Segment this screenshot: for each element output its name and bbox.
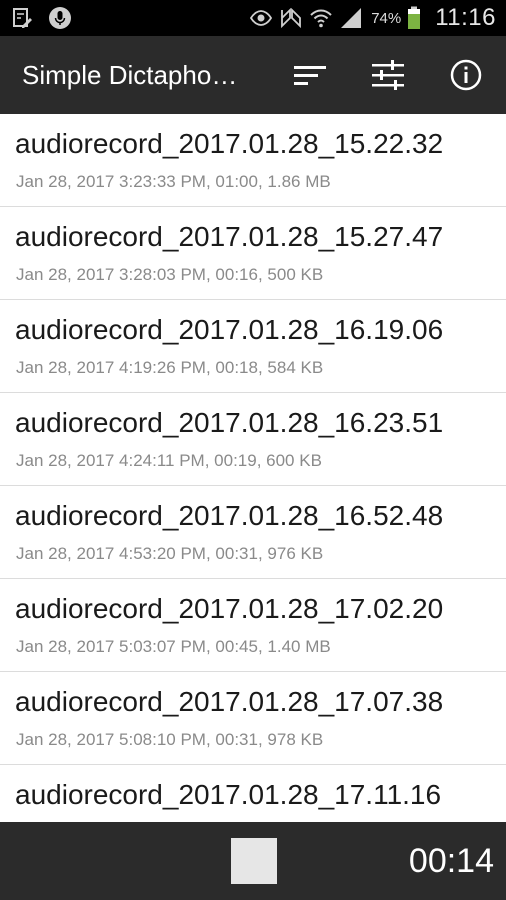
recording-details: Jan 28, 2017 4:53:20 PM, 00:31, 976 KB — [16, 544, 324, 563]
eye-icon — [249, 6, 273, 30]
system-icons: 74% 11:16 — [249, 0, 496, 36]
document-edit-icon — [10, 6, 34, 30]
recording-item[interactable]: audiorecord_2017.01.28_17.07.38 Jan 28, … — [0, 672, 506, 765]
recording-item[interactable]: audiorecord_2017.01.28_16.19.06 Jan 28, … — [0, 300, 506, 393]
battery-percent: 74% — [371, 9, 402, 27]
recording-details: Jan 28, 2017 4:24:11 PM, 00:19, 600 KB — [16, 451, 322, 470]
recording-controls: 00:14 — [0, 822, 506, 900]
recording-name: audiorecord_2017.01.28_16.19.06 — [15, 314, 444, 345]
signal-icon — [339, 6, 363, 30]
recording-timer: 00:14 — [408, 842, 494, 880]
recording-item[interactable]: audiorecord_2017.01.28_15.27.47 Jan 28, … — [0, 207, 506, 300]
microphone-icon — [48, 6, 72, 30]
app-bar: Simple Dictapho… — [0, 36, 506, 114]
recording-item[interactable]: audiorecord_2017.01.28_16.52.48 Jan 28, … — [0, 486, 506, 579]
wifi-icon — [309, 6, 333, 30]
recording-details: Jan 28, 2017 4:19:26 PM, 00:18, 584 KB — [16, 358, 324, 377]
sliders-icon — [372, 60, 404, 90]
recording-details: Jan 28, 2017 5:03:07 PM, 00:45, 1.40 MB — [16, 637, 331, 656]
recording-name: audiorecord_2017.01.28_16.23.51 — [15, 407, 444, 438]
app-title: Simple Dictapho… — [22, 60, 238, 90]
notification-icons — [10, 0, 72, 36]
recordings-list[interactable]: audiorecord_2017.01.28_15.22.32 Jan 28, … — [0, 114, 506, 822]
recording-name: audiorecord_2017.01.28_15.22.32 — [15, 128, 444, 159]
battery-icon — [407, 6, 421, 30]
sort-button[interactable] — [290, 55, 330, 95]
recording-item[interactable]: audiorecord_2017.01.28_17.11.16 — [0, 765, 506, 822]
settings-button[interactable] — [368, 55, 408, 95]
info-icon — [450, 59, 482, 91]
status-bar: 74% 11:16 — [0, 0, 506, 36]
recording-details: Jan 28, 2017 5:08:10 PM, 00:31, 978 KB — [16, 730, 324, 749]
recording-name: audiorecord_2017.01.28_16.52.48 — [15, 500, 444, 531]
status-clock: 11:16 — [435, 4, 496, 31]
recording-item[interactable]: audiorecord_2017.01.28_15.22.32 Jan 28, … — [0, 114, 506, 207]
recording-item[interactable]: audiorecord_2017.01.28_16.23.51 Jan 28, … — [0, 393, 506, 486]
stop-button[interactable] — [231, 838, 277, 884]
recording-name: audiorecord_2017.01.28_17.07.38 — [15, 686, 444, 717]
sort-icon — [294, 66, 326, 85]
nfc-icon — [279, 6, 303, 30]
recording-name: audiorecord_2017.01.28_17.11.16 — [15, 779, 442, 810]
info-button[interactable] — [446, 55, 486, 95]
recording-name: audiorecord_2017.01.28_17.02.20 — [15, 593, 444, 624]
recording-details: Jan 28, 2017 3:23:33 PM, 01:00, 1.86 MB — [16, 172, 331, 191]
recording-details: Jan 28, 2017 3:28:03 PM, 00:16, 500 KB — [16, 265, 324, 284]
recording-name: audiorecord_2017.01.28_15.27.47 — [15, 221, 444, 252]
recording-item[interactable]: audiorecord_2017.01.28_17.02.20 Jan 28, … — [0, 579, 506, 672]
